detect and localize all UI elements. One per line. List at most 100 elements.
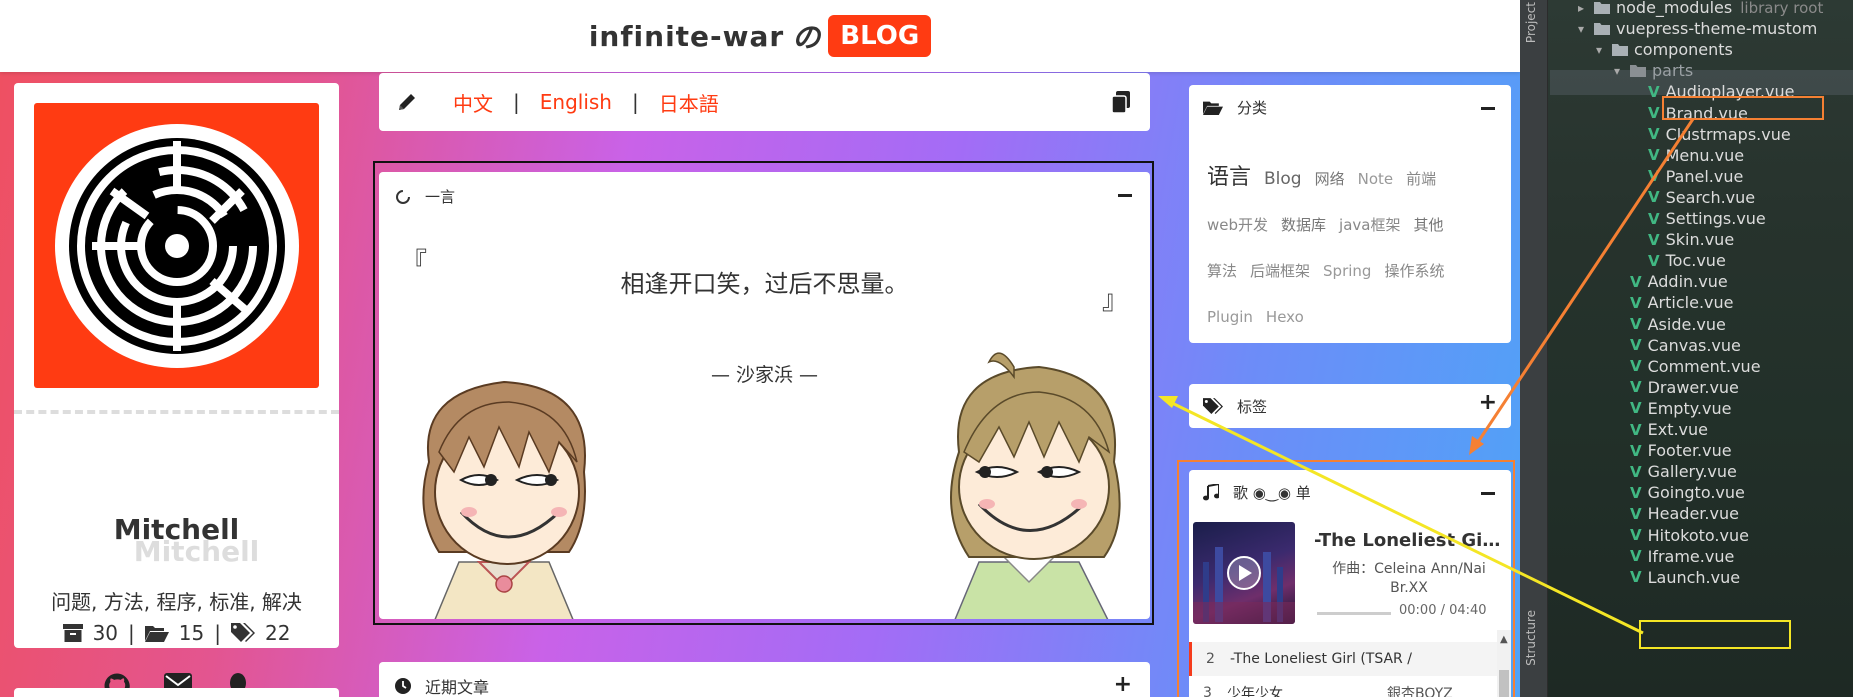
categories-header: 分类 [1203, 97, 1267, 118]
site-header: infinite-war の BLOG [0, 0, 1520, 72]
vue-file-icon: V [1630, 462, 1642, 481]
expand-icon[interactable]: + [1114, 672, 1132, 697]
tree-node-label: node_modules [1616, 0, 1733, 17]
lang-en-link[interactable]: English [540, 90, 612, 114]
scroll-thumb[interactable] [1499, 670, 1509, 697]
category-tag[interactable]: Blog [1264, 157, 1302, 202]
vue-file-icon: V [1648, 209, 1660, 228]
collapse-icon[interactable] [1118, 194, 1132, 197]
scroll-up-icon[interactable]: ▲ [1500, 634, 1508, 645]
structure-tool-tab[interactable]: Structure [1524, 610, 1538, 666]
recent-articles-title: 近期文章 [425, 678, 490, 697]
album-cover[interactable] [1193, 522, 1295, 624]
hitokoto-quote: 相逢开口笑，过后不思量。 [620, 270, 909, 298]
anime-character-left-illustration [422, 380, 586, 619]
category-tag[interactable]: Spring [1323, 249, 1371, 294]
file-node[interactable]: V Launch.vue [1614, 565, 1740, 590]
spinner-icon [396, 189, 410, 204]
category-tag[interactable]: 语言 [1207, 155, 1251, 200]
tree-node-label: Empty.vue [1647, 398, 1732, 418]
category-tag[interactable]: java框架 [1339, 203, 1400, 248]
hitokoto-title: 一言 [425, 188, 456, 206]
vue-file-icon: V [1648, 82, 1660, 101]
category-tag[interactable]: 后端框架 [1250, 249, 1310, 294]
category-tag[interactable]: Note [1358, 157, 1394, 202]
category-tag[interactable]: 操作系统 [1384, 249, 1444, 294]
tags-icon[interactable] [230, 623, 255, 643]
category-tag[interactable]: Hexo [1266, 295, 1304, 340]
profile-card-secondary [14, 688, 339, 697]
brand-badge[interactable]: BLOG [828, 15, 932, 57]
chevron-down-icon[interactable]: ▾ [1578, 22, 1594, 36]
brand-name[interactable]: infinite-war [589, 20, 784, 53]
tree-node-label: Panel.vue [1665, 166, 1744, 186]
categories-title: 分类 [1237, 99, 1268, 117]
category-tag[interactable]: 其他 [1413, 203, 1443, 248]
quote-close-mark: 』 [1101, 286, 1128, 316]
categories-card: 分类 语言 Blog 网络 Note 前端 web开发 数据库 java框架 其他算法 后端框架 S… [1189, 85, 1511, 343]
tree-node-label: Footer.vue [1647, 441, 1732, 461]
category-tag[interactable]: web开发 [1207, 203, 1268, 248]
collapse-icon[interactable] [1481, 107, 1495, 110]
progress-bar[interactable] [1317, 612, 1391, 615]
tree-node-label: Hitokoto.vue [1647, 525, 1749, 545]
stats-separator: | [128, 621, 135, 645]
play-time: 00:00 / 04:40 [1399, 603, 1487, 618]
copy-icon[interactable] [1112, 91, 1130, 113]
tree-node-label: Audioplayer.vue [1665, 82, 1795, 102]
collapse-icon[interactable] [1481, 492, 1495, 495]
project-tool-tab[interactable]: Project [1524, 2, 1538, 43]
category-cloud: 语言 Blog 网络 Note 前端 web开发 数据库 java框架 其他算法 后端框架 Spri… [1207, 155, 1497, 340]
category-count[interactable]: 15 [179, 621, 204, 645]
playlist-item[interactable]: 3 少年少女 銀杏BOYZ [1189, 676, 1497, 697]
music-player-card: 歌 ◉‿◉ 单 -The Loneliest Girl... 作曲：Celein… [1189, 470, 1511, 697]
archive-icon[interactable] [62, 624, 83, 642]
playlist-title: -The Loneliest Girl (TSAR / [1230, 651, 1412, 667]
tags-icon [1203, 398, 1223, 414]
lang-separator: | [513, 90, 520, 114]
category-tag[interactable]: 数据库 [1281, 203, 1326, 248]
playlist-item[interactable]: 2 -The Loneliest Girl (TSAR / [1189, 642, 1497, 676]
folder-open-icon [1203, 101, 1223, 115]
now-playing-artist: 作曲：Celeina Ann/Nai Br.XX [1332, 561, 1486, 596]
category-tag[interactable]: 前端 [1406, 157, 1436, 202]
playlist-title: 少年少女 [1227, 686, 1283, 697]
tags-card: 标签 + [1189, 384, 1511, 428]
vue-file-icon: V [1648, 188, 1660, 207]
lang-separator: | [631, 90, 639, 114]
vue-file-icon: V [1630, 441, 1642, 460]
lang-zh-link[interactable]: 中文 [453, 88, 493, 117]
play-icon[interactable] [1193, 522, 1295, 624]
recent-articles-header[interactable]: 近期文章 [395, 674, 489, 697]
ide-tool-strip: Project Structure [1520, 0, 1548, 697]
tree-node-label: Addin.vue [1647, 272, 1728, 292]
tags-header: 标签 [1203, 396, 1267, 417]
vue-file-icon: V [1648, 230, 1660, 249]
vue-file-icon: V [1630, 336, 1642, 355]
article-count[interactable]: 30 [93, 621, 118, 645]
playlist-scrollbar[interactable]: ▲ [1497, 630, 1511, 697]
folder-open-icon[interactable] [144, 624, 169, 642]
vue-file-icon: V [1630, 378, 1642, 397]
chevron-down-icon[interactable]: ▾ [1614, 64, 1630, 78]
lang-ja-link[interactable]: 日本語 [659, 88, 719, 117]
expand-icon[interactable]: + [1479, 390, 1497, 415]
category-tag[interactable]: Plugin [1207, 295, 1253, 340]
tag-count[interactable]: 22 [265, 621, 290, 645]
playlist-index: 2 [1206, 651, 1215, 667]
chevron-down-icon[interactable]: ▾ [1596, 43, 1612, 57]
profile-motto: 问题, 方法, 程序, 标准, 解决 [51, 590, 302, 614]
tree-node-label: Clustrmaps.vue [1665, 124, 1791, 144]
tree-node-label: vuepress-theme-mustom [1616, 19, 1818, 39]
tree-node-label: Launch.vue [1647, 567, 1741, 587]
tree-node-label: Search.vue [1665, 187, 1756, 207]
music-title: 歌 ◉‿◉ 单 [1233, 484, 1311, 502]
tree-node-label: Aside.vue [1647, 314, 1726, 334]
hitokoto-header: 一言 [395, 186, 455, 207]
category-tag[interactable]: 算法 [1207, 249, 1237, 294]
pencil-icon[interactable] [397, 92, 417, 112]
chevron-right-icon[interactable]: ▸ [1578, 1, 1594, 15]
clock-icon [395, 678, 411, 694]
category-tag[interactable]: 网络 [1315, 157, 1345, 202]
vue-file-icon: V [1630, 293, 1642, 312]
